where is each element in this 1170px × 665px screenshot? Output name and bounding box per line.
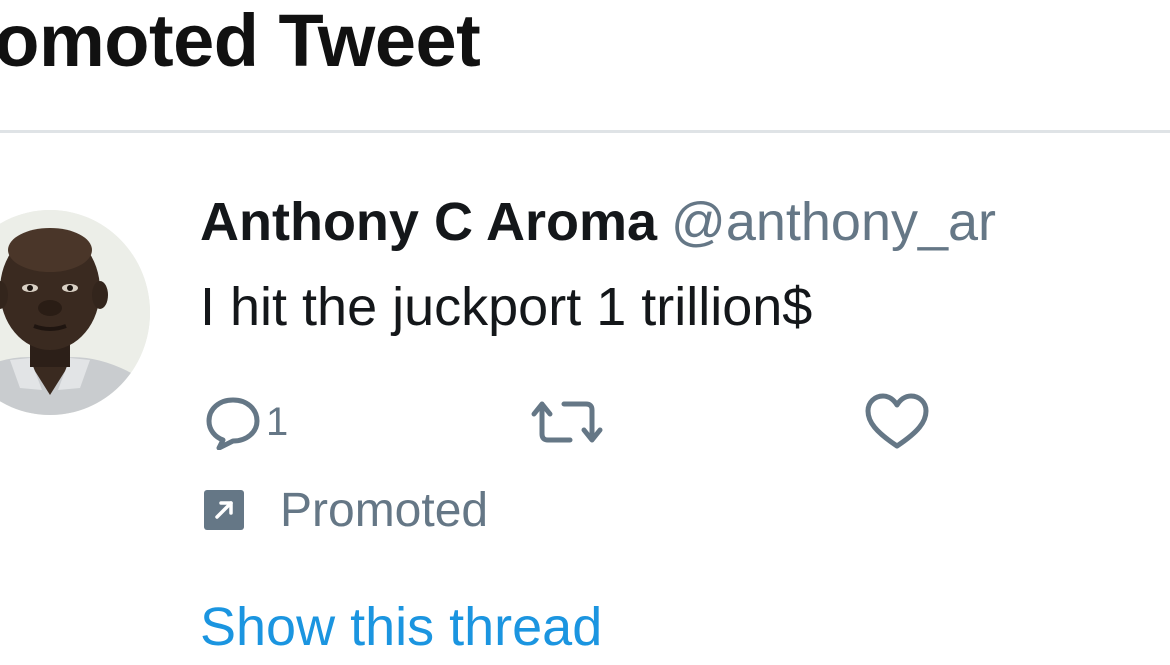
page-title: romoted Tweet <box>0 0 481 82</box>
tweet-author-row: Anthony C Aroma @anthony_ar <box>200 184 996 260</box>
reply-icon <box>206 397 260 450</box>
reply-count: 1 <box>266 399 289 444</box>
retweet-icon <box>531 401 603 443</box>
show-thread-link[interactable]: Show this thread <box>200 592 602 662</box>
author-handle[interactable]: @anthony_ar <box>671 192 996 252</box>
tweet-actions: 1 <box>200 392 960 452</box>
like-button[interactable] <box>862 392 932 452</box>
heart-icon <box>865 393 929 449</box>
avatar[interactable] <box>0 210 150 415</box>
retweet-button[interactable] <box>522 392 612 452</box>
promoted-arrow-icon <box>204 490 244 530</box>
reply-button[interactable]: 1 <box>204 392 288 452</box>
page-header: romoted Tweet <box>0 0 1170 132</box>
author-display-name[interactable]: Anthony C Aroma <box>200 192 657 252</box>
header-divider <box>0 130 1170 133</box>
promoted-indicator: Promoted <box>204 480 488 540</box>
avatar-photo <box>0 210 150 415</box>
tweet-text: I hit the juckport 1 trillion$ <box>200 277 813 337</box>
promoted-label: Promoted <box>280 483 489 537</box>
